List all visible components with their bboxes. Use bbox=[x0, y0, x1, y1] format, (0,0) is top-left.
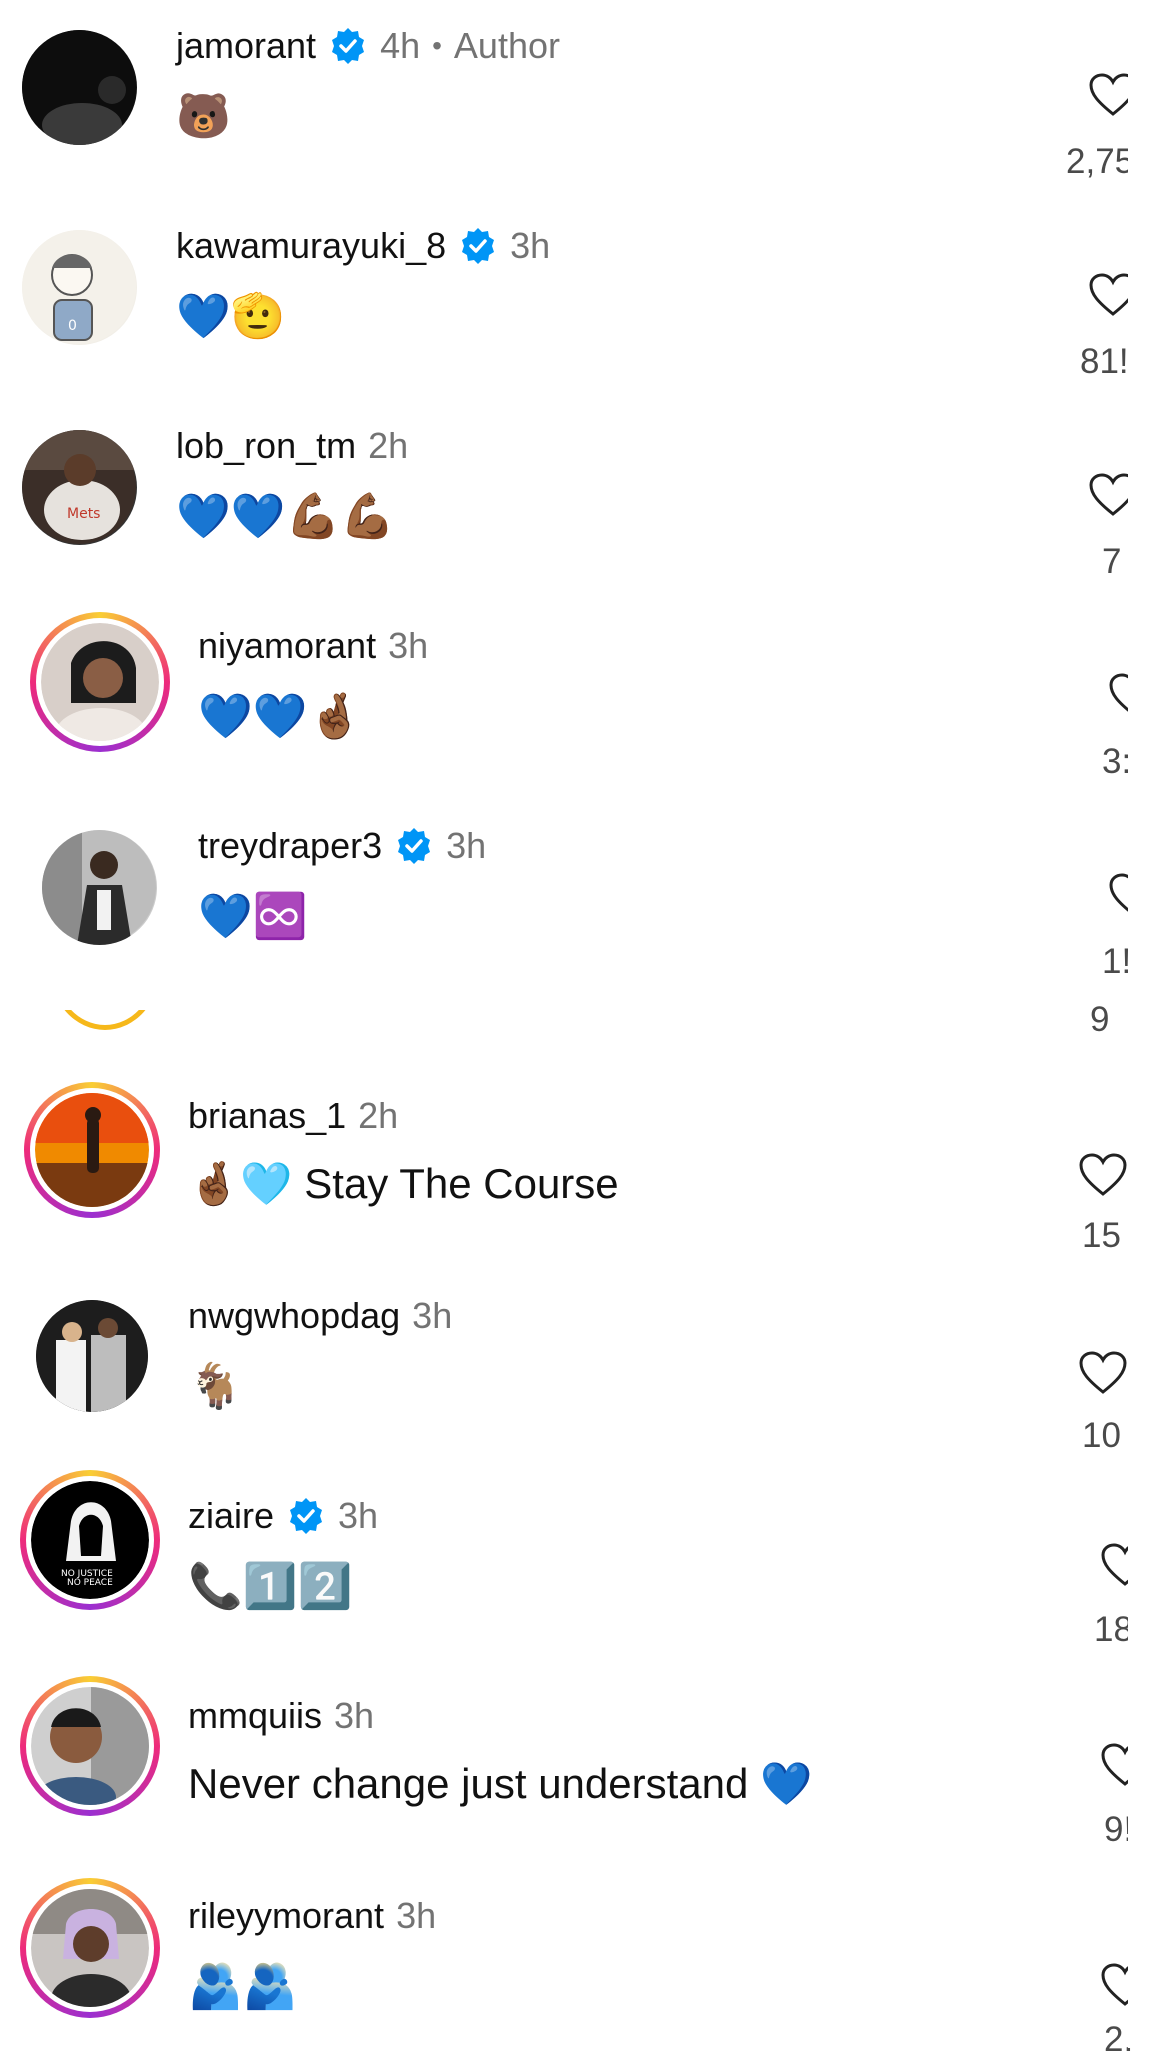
avatar[interactable]: NO JUSTICE NO PEACE bbox=[31, 1481, 149, 1599]
avatar[interactable]: 0 bbox=[22, 230, 137, 345]
author-label: Author bbox=[453, 25, 560, 66]
comment-username[interactable]: mmquiis bbox=[188, 1695, 322, 1737]
like-count: 2,75 bbox=[1066, 142, 1135, 181]
like-count: 7 bbox=[1102, 542, 1122, 581]
comment-text-content: 🐐 bbox=[188, 1361, 243, 1412]
comment-timestamp: 4h bbox=[380, 25, 421, 66]
avatar[interactable] bbox=[36, 1300, 148, 1412]
like-count: 1! bbox=[1102, 942, 1132, 981]
story-ring[interactable] bbox=[24, 1082, 160, 1218]
comment-username[interactable]: ziaire bbox=[188, 1495, 274, 1537]
comment-text-content: 📞1️⃣2️⃣ bbox=[188, 1561, 353, 1612]
comment-timestamp: 3h bbox=[396, 1895, 437, 1936]
verified-badge-icon bbox=[394, 826, 434, 866]
comment-username[interactable]: jamorant bbox=[176, 25, 316, 67]
avatar[interactable] bbox=[22, 30, 137, 145]
comment-item: jamorant 4h • Author 🐻 2,75 bbox=[0, 0, 1152, 200]
verified-badge-icon bbox=[458, 226, 498, 266]
separator-dot: • bbox=[432, 30, 442, 61]
comment-text: 💙💙💪🏾💪🏾 bbox=[176, 490, 395, 542]
avatar[interactable] bbox=[35, 1093, 149, 1207]
comment-username[interactable]: kawamurayuki_8 bbox=[176, 225, 446, 267]
comment-text: 🐻 bbox=[176, 90, 231, 142]
avatar[interactable] bbox=[31, 1889, 149, 2007]
story-ring[interactable] bbox=[20, 1878, 160, 2018]
like-heart-icon[interactable] bbox=[1078, 1350, 1128, 1396]
comment-text: 💙♾️ bbox=[198, 890, 308, 942]
comment-text: 🫂🫂 bbox=[188, 1960, 298, 2012]
comment-timestamp: 3h bbox=[334, 1695, 375, 1736]
comment-text: 💙💙🤞🏾 bbox=[198, 690, 362, 742]
comment-text-content: 💙♾️ bbox=[198, 891, 308, 942]
comment-item: Mets lob_ron_tm 2h 💙💙💪🏾💪🏾 7 bbox=[0, 400, 1152, 600]
story-ring[interactable]: NO JUSTICE NO PEACE bbox=[20, 1470, 160, 1610]
avatar[interactable]: Mets bbox=[22, 430, 137, 545]
comment-text: 📞1️⃣2️⃣ bbox=[188, 1560, 352, 1612]
svg-text:NO PEACE: NO PEACE bbox=[67, 1578, 113, 1588]
comment-username[interactable]: nwgwhopdag bbox=[188, 1295, 400, 1337]
comment-text-content: Never change just understand 💙 bbox=[188, 1760, 813, 1807]
comment-item: NO JUSTICE NO PEACE ziaire 3h 📞1️⃣2️⃣ 18 bbox=[0, 1470, 1152, 1670]
verified-badge-icon bbox=[286, 1496, 326, 1536]
comment-item: mmquiis 3h Never change just understand … bbox=[0, 1670, 1152, 1870]
comment-item: treydraper3 3h 💙♾️ 1! bbox=[0, 800, 1152, 1000]
comment-item: niyamorant 3h 💙💙🤞🏾 3: bbox=[0, 600, 1152, 800]
like-count: 9 bbox=[1090, 1000, 1110, 1039]
comment-text: 🤞🏾🩵 Stay The Course bbox=[188, 1160, 619, 1209]
story-ring[interactable] bbox=[30, 612, 170, 752]
comment-text-content: 🐻 bbox=[176, 91, 231, 142]
avatar[interactable] bbox=[31, 1687, 149, 1805]
comment-username[interactable]: niyamorant bbox=[198, 625, 376, 667]
comment-text-content: 💙💙💪🏾💪🏾 bbox=[176, 491, 396, 542]
comment-username[interactable]: treydraper3 bbox=[198, 825, 382, 867]
comment-text: Never change just understand 💙 bbox=[188, 1760, 812, 1809]
svg-text:0: 0 bbox=[68, 318, 77, 334]
comment-text-content: 🤞🏾🩵 Stay The Course bbox=[188, 1160, 619, 1207]
comment-timestamp: 3h bbox=[388, 625, 429, 666]
comment-username[interactable]: brianas_1 bbox=[188, 1095, 346, 1137]
verified-badge-icon bbox=[328, 26, 368, 66]
comment-timestamp: 3h bbox=[338, 1495, 379, 1536]
comment-item: rileyymorant 3h 🫂🫂 2. bbox=[0, 1870, 1152, 2070]
comment-timestamp: 3h bbox=[510, 225, 551, 266]
comment-item: 0 kawamurayuki_8 3h 💙🫡 81! bbox=[0, 200, 1152, 400]
comment-item: nwgwhopdag 3h 🐐 10 bbox=[0, 1270, 1152, 1470]
avatar[interactable] bbox=[41, 623, 159, 741]
like-count: 3: bbox=[1102, 742, 1132, 781]
comment-text-content: 💙💙🤞🏾 bbox=[198, 691, 363, 742]
like-count: 81! bbox=[1080, 342, 1129, 381]
comment-item: brianas_1 2h 🤞🏾🩵 Stay The Course 15 bbox=[0, 1070, 1152, 1270]
like-count: 10 bbox=[1082, 1416, 1121, 1455]
comment-text-content: 💙🫡 bbox=[176, 291, 286, 342]
comment-text-content: 🫂🫂 bbox=[188, 1961, 298, 2012]
like-count: 15 bbox=[1082, 1216, 1121, 1255]
comment-timestamp: 3h bbox=[412, 1295, 453, 1336]
story-ring[interactable] bbox=[20, 1676, 160, 1816]
avatar[interactable] bbox=[42, 830, 157, 945]
comment-timestamp: 3h bbox=[446, 825, 487, 866]
comment-timestamp: 2h bbox=[358, 1095, 399, 1136]
svg-text:Mets: Mets bbox=[67, 506, 100, 522]
comment-username[interactable]: lob_ron_tm bbox=[176, 425, 356, 467]
comment-username[interactable]: rileyymorant bbox=[188, 1895, 384, 1937]
comment-text: 💙🫡 bbox=[176, 290, 286, 342]
like-heart-icon[interactable] bbox=[1078, 1152, 1128, 1198]
story-ring-fragment bbox=[50, 1010, 160, 1034]
screen-edge-mask bbox=[1128, 0, 1152, 2048]
comment-timestamp: 2h bbox=[368, 425, 409, 466]
comment-text: 🐐 bbox=[188, 1360, 243, 1412]
